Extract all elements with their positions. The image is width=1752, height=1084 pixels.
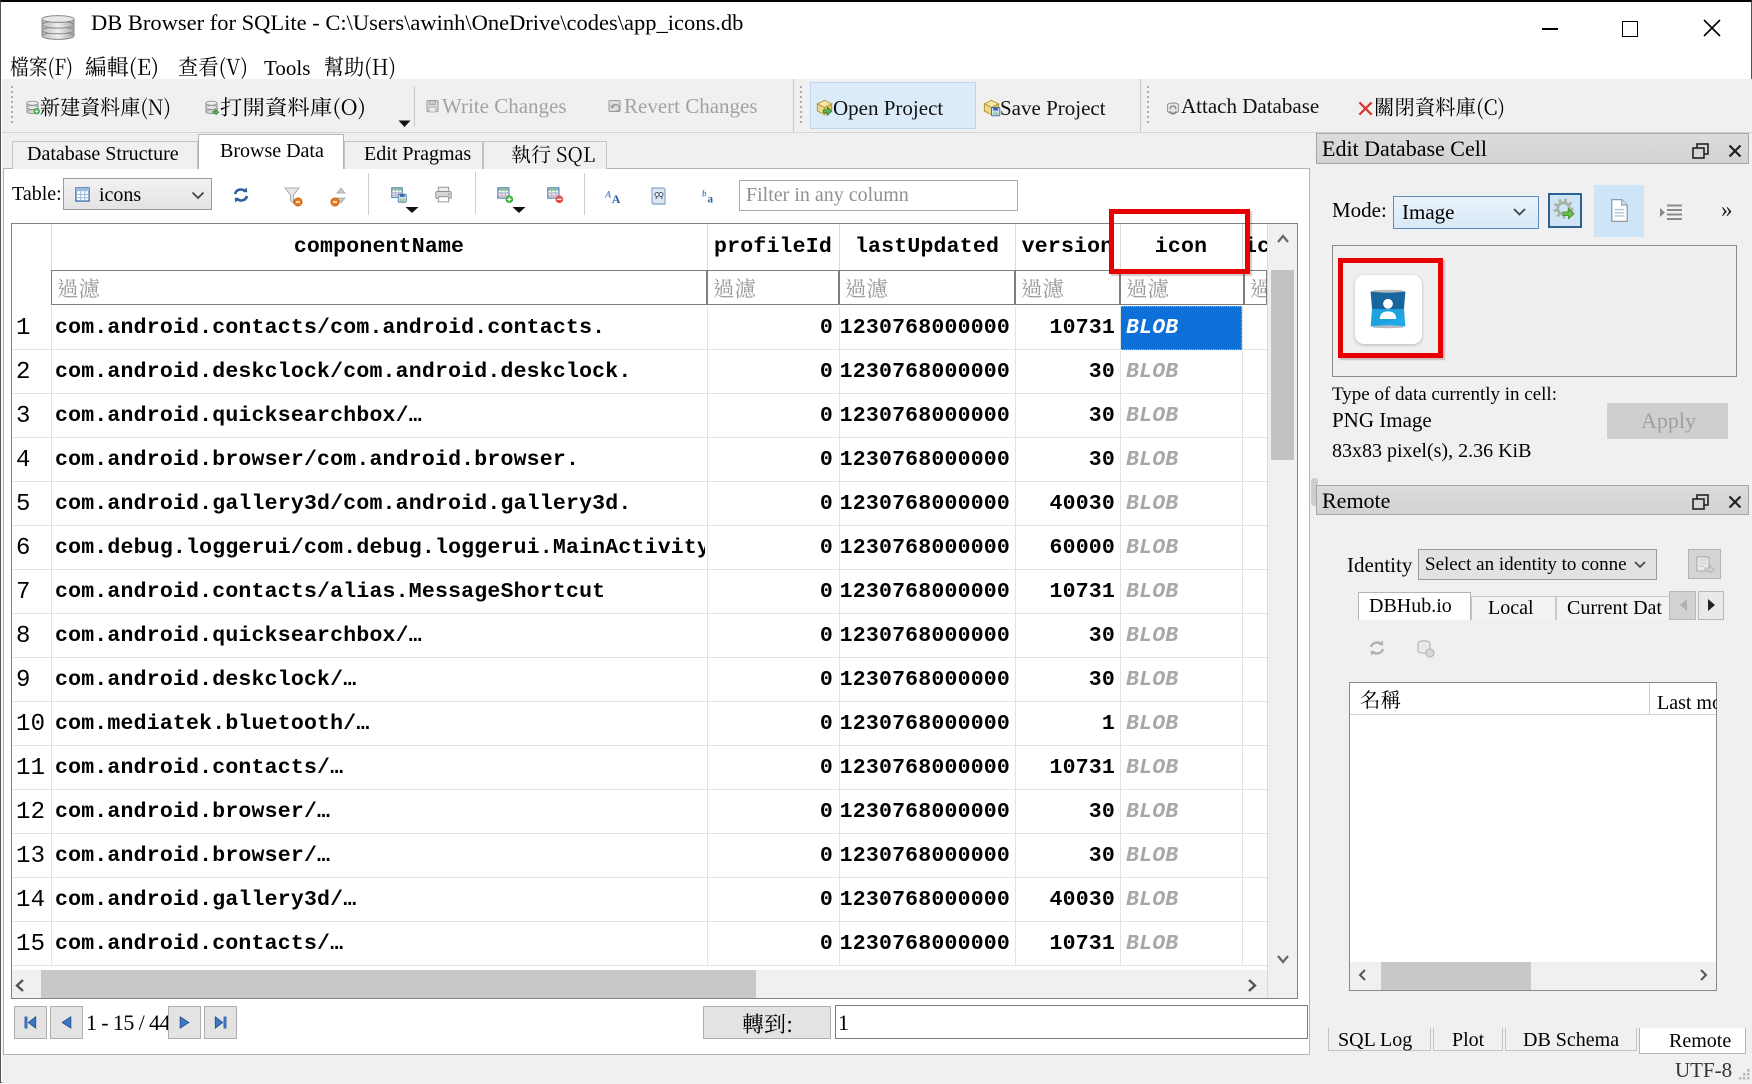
svg-text:a: a (708, 194, 714, 205)
svg-text:b: b (702, 189, 707, 199)
svg-text:A: A (605, 190, 612, 201)
svg-text:A: A (612, 192, 621, 204)
